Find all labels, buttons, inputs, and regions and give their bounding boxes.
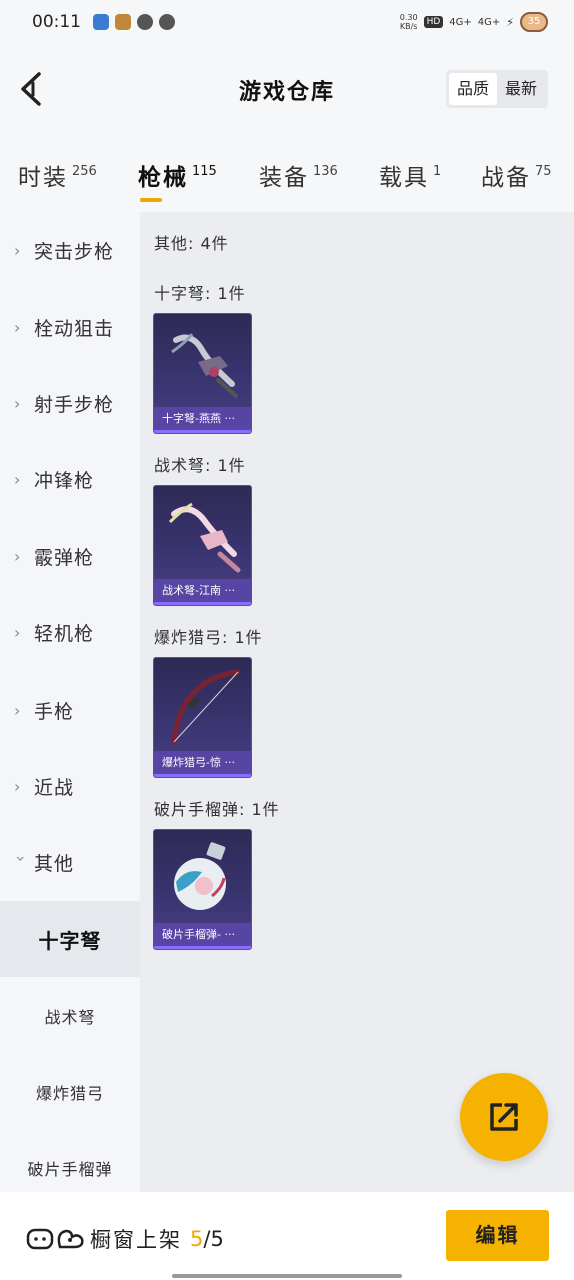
tab-active-indicator: [140, 198, 162, 202]
showcase-icon: [26, 1228, 84, 1250]
tab-battle-gear[interactable]: 战备 75: [481, 158, 552, 206]
sidebar-item-assault-rifle[interactable]: › 突击步枪: [0, 212, 140, 288]
share-button[interactable]: [460, 1073, 548, 1161]
showcase-current-count: 5: [190, 1227, 204, 1251]
sort-newest-button[interactable]: 最新: [497, 73, 545, 105]
sidebar-sub-tactical-crossbow[interactable]: 战术弩: [0, 978, 140, 1054]
edit-button[interactable]: 编辑: [446, 1210, 549, 1261]
signal-icon-2: 4G+: [477, 16, 501, 28]
item-card-crossbow[interactable]: 十字弩-燕燕 ···: [153, 313, 252, 434]
share-icon: [490, 1103, 518, 1131]
showcase-status: 橱窗上架 5 /5: [26, 1224, 224, 1254]
sidebar-item-pistol[interactable]: › 手枪: [0, 672, 140, 748]
status-time: 00:11: [32, 12, 81, 32]
summary-count: 其他: 4件: [154, 234, 229, 253]
chevron-right-icon: ›: [14, 469, 21, 489]
chevron-right-icon: ›: [14, 622, 21, 642]
chevron-down-icon: ›: [11, 855, 31, 862]
sidebar-item-lmg[interactable]: › 轻机枪: [0, 594, 140, 670]
section-title: 十字弩: 1件: [154, 284, 246, 303]
game-notification-icon: [115, 14, 131, 30]
sidebar-item-smg[interactable]: › 冲锋枪: [0, 441, 140, 517]
item-list: 其他: 4件 十字弩: 1件 十字弩-燕燕 ··· 战术弩: 1件 战术弩-江南…: [140, 212, 574, 1192]
sort-quality-button[interactable]: 品质: [448, 73, 497, 105]
chevron-right-icon: ›: [14, 546, 21, 566]
sidebar-item-marksman-rifle[interactable]: › 射手步枪: [0, 365, 140, 441]
app-notification-icon: [93, 14, 109, 30]
category-tabs: 时装 256 枪械 115 装备 136 载具 1 战备 75: [0, 136, 574, 212]
signal-icon: 4G+: [449, 16, 472, 28]
chevron-right-icon: ›: [14, 776, 21, 796]
charging-icon: ⚡: [506, 15, 514, 29]
notification-icons: [93, 14, 175, 30]
bottom-bar: 橱窗上架 5 /5 编辑: [0, 1192, 574, 1280]
header: 游戏仓库 品质 最新: [0, 44, 574, 136]
sidebar-item-bolt-sniper[interactable]: › 栓动狙击: [0, 289, 140, 365]
chevron-right-icon: ›: [14, 317, 21, 337]
showcase-label: 橱窗上架: [90, 1228, 182, 1252]
status-bar: 00:11 0.30 KB/s HD 4G+ 4G+ ⚡ 35: [0, 0, 574, 44]
sort-toggle: 品质 最新: [445, 70, 548, 108]
battery-icon: 35: [520, 12, 548, 32]
sidebar: › 突击步枪 › 栓动狙击 › 射手步枪 › 冲锋枪 › 霰弹枪 › 轻机枪 ›…: [0, 212, 140, 1192]
sidebar-item-melee[interactable]: › 近战: [0, 748, 140, 824]
item-card-frag-grenade[interactable]: 破片手榴弹- ···: [153, 829, 252, 950]
bow-icon: [171, 669, 241, 745]
tactical-crossbow-icon: [168, 502, 241, 573]
section-title: 爆炸猎弓: 1件: [154, 628, 263, 647]
sidebar-item-shotgun[interactable]: › 霰弹枪: [0, 518, 140, 594]
section-title: 破片手榴弹: 1件: [154, 800, 280, 819]
home-indicator[interactable]: [172, 1274, 402, 1278]
grenade-icon: [174, 842, 226, 910]
link-notification-icon: [137, 14, 153, 30]
tab-vehicles[interactable]: 载具 1: [379, 158, 441, 206]
showcase-total-count: /5: [203, 1227, 224, 1251]
tab-equipment[interactable]: 装备 136: [259, 158, 338, 206]
net-speed: 0.30 KB/s: [399, 13, 418, 31]
chevron-right-icon: ›: [14, 700, 21, 720]
tab-fashion[interactable]: 时装 256: [18, 158, 97, 206]
message-notification-icon: [159, 14, 175, 30]
hd-icon: HD: [423, 16, 444, 28]
section-title: 战术弩: 1件: [154, 456, 246, 475]
sidebar-item-other[interactable]: › 其他: [0, 824, 140, 900]
item-card-tactical-crossbow[interactable]: 战术弩-江南 ···: [153, 485, 252, 606]
tab-firearms[interactable]: 枪械 115: [138, 158, 217, 206]
item-card-explosive-bow[interactable]: 爆炸猎弓-惊 ···: [153, 657, 252, 778]
sidebar-sub-explosive-bow[interactable]: 爆炸猎弓: [0, 1054, 140, 1130]
sidebar-sub-crossbow[interactable]: 十字弩: [0, 901, 140, 977]
crossbow-icon: [171, 333, 238, 398]
chevron-right-icon: ›: [14, 393, 21, 413]
chevron-right-icon: ›: [14, 240, 21, 260]
